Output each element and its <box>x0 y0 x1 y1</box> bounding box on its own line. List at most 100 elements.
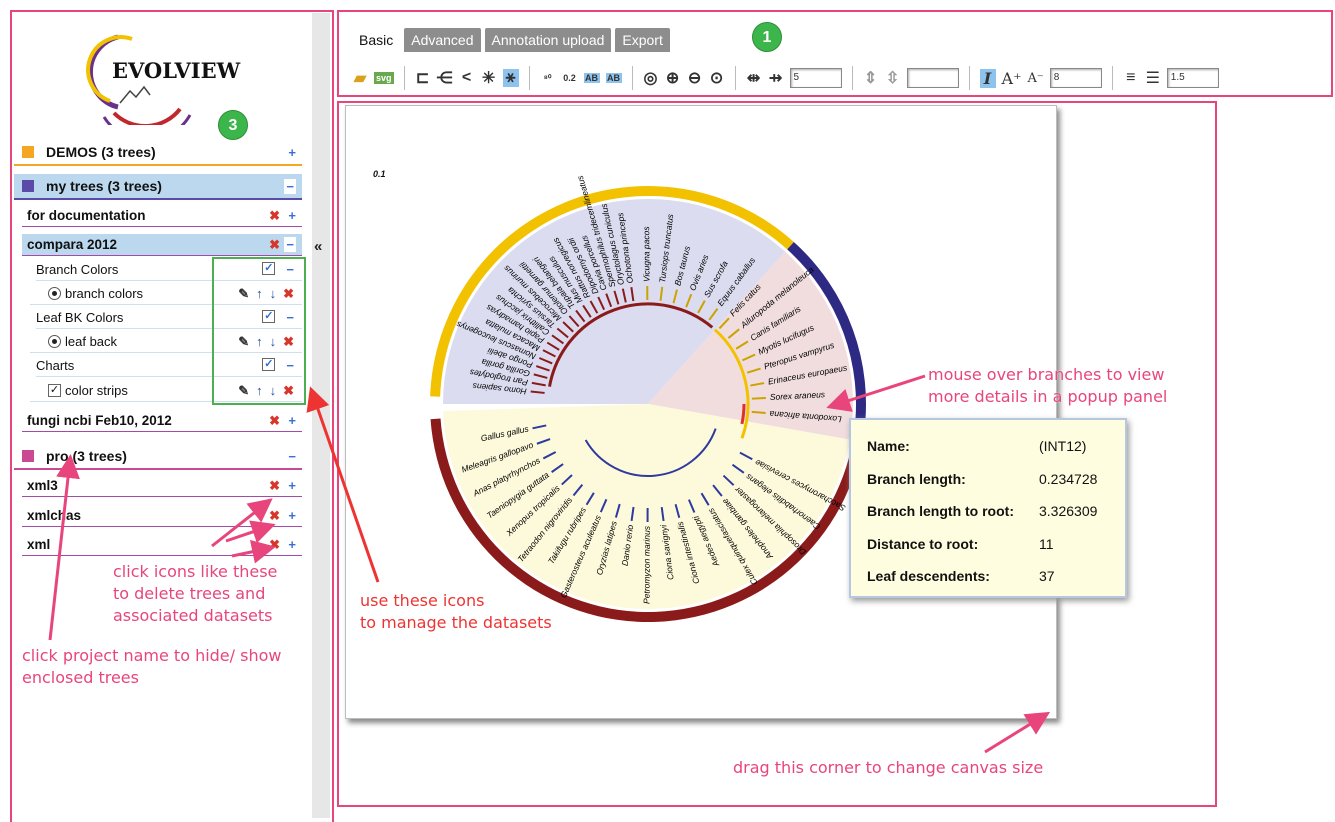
project-name[interactable]: my trees (3 trees) <box>46 178 162 194</box>
radio-button[interactable] <box>48 287 61 300</box>
font-decrease-icon[interactable]: A⁻ <box>1028 71 1044 86</box>
leaf-label: Petromyzon marinus <box>642 525 652 604</box>
zoom-out-icon[interactable]: ⊖ <box>687 68 703 88</box>
expand-icon[interactable]: + <box>288 537 296 552</box>
decrease-width-icon[interactable]: ⇸ <box>768 68 784 88</box>
collapse-sidebar-icon[interactable]: « <box>314 238 322 255</box>
unrooted-tree-icon[interactable]: < <box>459 69 475 87</box>
popup-row: Branch length: 0.234728 <box>867 463 1125 496</box>
tree-item[interactable]: xml3 ✖ + <box>22 475 302 497</box>
popup-key: Name: <box>867 438 910 455</box>
tree-item[interactable]: xml ✖ + <box>22 534 302 556</box>
leaf-branch[interactable] <box>751 410 766 414</box>
italic-icon[interactable]: I <box>979 68 996 88</box>
align-leaf-labels-icon[interactable]: AB <box>605 73 622 83</box>
radio-button[interactable] <box>48 335 61 348</box>
delete-icon[interactable]: ✖ <box>269 537 280 553</box>
tree-name[interactable]: xml <box>27 537 50 552</box>
show-branch-length-icon[interactable]: 0.2 <box>562 73 578 83</box>
project-color-swatch <box>22 146 34 158</box>
slanted-tree-icon[interactable]: ⋲ <box>437 68 453 88</box>
popup-row: Name: (INT12) <box>867 430 1125 463</box>
tree-item-selected[interactable]: compara 2012 ✖ − <box>22 234 302 256</box>
expand-icon[interactable]: + <box>288 508 296 523</box>
toolbar-tabs: Basic Advanced Annotation upload Export <box>352 28 670 52</box>
popup-row: Distance to root: 11 <box>867 528 1125 561</box>
delete-icon[interactable]: ✖ <box>269 413 280 429</box>
decrease-spacing-icon[interactable]: ⇳ <box>885 68 901 88</box>
sidebar-splitter[interactable] <box>312 13 330 818</box>
line-spacing-increase-icon[interactable]: ≡ <box>1123 69 1139 87</box>
tree-name[interactable]: xml3 <box>27 478 58 493</box>
annotation-click-project: click project name to hide/ show enclose… <box>22 646 282 687</box>
zoom-in-icon[interactable]: ⊕ <box>665 68 681 88</box>
tab-basic[interactable]: Basic <box>352 28 401 52</box>
tree-name[interactable]: compara 2012 <box>27 237 117 252</box>
increase-spacing-icon[interactable]: ⇕ <box>863 68 879 88</box>
expand-icon[interactable]: + <box>288 208 296 223</box>
popup-value: 37 <box>1039 568 1055 585</box>
annotation-mouse-over: mouse over branches to view more details… <box>928 365 1168 406</box>
project-my-trees[interactable]: my trees (3 trees) − <box>14 174 302 200</box>
rectangular-tree-icon[interactable]: ⊏ <box>415 68 431 88</box>
font-increase-icon[interactable]: A⁺ <box>1002 69 1022 88</box>
expand-icon[interactable]: + <box>288 478 296 493</box>
expand-icon[interactable]: + <box>288 413 296 428</box>
project-pro[interactable]: pro (3 trees) − <box>14 444 302 470</box>
toolbar-separator <box>631 66 633 90</box>
show-bootstrap-icon[interactable]: ⁸⁰ <box>540 73 556 84</box>
radial-tree-icon[interactable]: ✳ <box>481 68 497 88</box>
annotation-use-icons: use these icons to manage the datasets <box>360 591 552 632</box>
line-spacing-decrease-icon[interactable]: ☰ <box>1145 68 1161 88</box>
collapse-icon[interactable]: − <box>288 449 296 464</box>
badge-toolbar: 1 <box>752 22 782 52</box>
badge-sidebar: 3 <box>218 110 248 140</box>
project-name[interactable]: pro (3 trees) <box>46 448 127 464</box>
tree-item[interactable]: xmlchas ✖ + <box>22 505 302 527</box>
dataset-label: leaf back <box>65 334 118 349</box>
font-size-input[interactable]: 8 <box>1049 68 1102 88</box>
spacing-input[interactable] <box>906 68 959 88</box>
toolbar-separator <box>734 66 736 90</box>
popup-value: (INT12) <box>1039 438 1087 455</box>
delete-icon[interactable]: ✖ <box>269 508 280 524</box>
delete-icon[interactable]: ✖ <box>269 478 280 494</box>
checkbox[interactable]: ✓ <box>48 384 61 397</box>
circular-tree-icon[interactable]: ⚹ <box>502 69 519 87</box>
tab-export[interactable]: Export <box>615 28 670 52</box>
collapse-icon[interactable]: − <box>284 178 296 194</box>
project-color-swatch <box>22 180 34 192</box>
tree-item[interactable]: for documentation ✖ + <box>22 205 302 227</box>
delete-icon[interactable]: ✖ <box>269 237 280 253</box>
toolbar-separator <box>851 66 853 90</box>
tree-name[interactable]: xmlchas <box>27 508 81 523</box>
expand-icon[interactable]: + <box>288 145 296 160</box>
popup-row: Branch length to root: 3.326309 <box>867 495 1125 528</box>
branch-width-input[interactable]: 5 <box>789 68 842 88</box>
mouse-icon[interactable]: ◎ <box>643 68 659 88</box>
toolbar-icons: ▰ svg ⊏ ⋲ < ✳ ⚹ ⁸⁰ 0.2 AB AB ◎ ⊕ ⊖ ⊙ ⇹ ⇸… <box>352 64 1219 92</box>
collapse-icon[interactable]: − <box>284 237 296 252</box>
popup-key: Branch length to root: <box>867 503 1014 520</box>
popup-key: Branch length: <box>867 470 966 487</box>
popup-key: Leaf descendents: <box>867 568 990 585</box>
increase-width-icon[interactable]: ⇹ <box>746 68 762 88</box>
dataset-highlight-box <box>212 257 306 405</box>
project-demos[interactable]: DEMOS (3 trees) + <box>14 140 302 166</box>
leaf-branch[interactable] <box>751 396 766 400</box>
tree-item[interactable]: fungi ncbi Feb10, 2012 ✖ + <box>22 410 302 432</box>
show-leaf-labels-icon[interactable]: AB <box>583 73 600 83</box>
line-height-input[interactable]: 1.5 <box>1166 68 1219 88</box>
zoom-reset-icon[interactable]: ⊙ <box>709 68 725 88</box>
tab-advanced[interactable]: Advanced <box>404 28 481 52</box>
dataset-label: branch colors <box>65 286 144 301</box>
tree-name[interactable]: fungi ncbi Feb10, 2012 <box>27 413 172 428</box>
project-name[interactable]: DEMOS (3 trees) <box>46 144 156 160</box>
tab-annotation-upload[interactable]: Annotation upload <box>484 28 612 52</box>
canvas-resize-handle[interactable] <box>1048 710 1056 718</box>
svg-export-icon[interactable]: svg <box>374 72 394 84</box>
tree-name[interactable]: for documentation <box>27 208 146 223</box>
delete-icon[interactable]: ✖ <box>269 208 280 224</box>
open-folder-icon[interactable]: ▰ <box>352 68 368 88</box>
node-details-popup: Name: (INT12) Branch length: 0.234728 Bran… <box>849 418 1127 598</box>
